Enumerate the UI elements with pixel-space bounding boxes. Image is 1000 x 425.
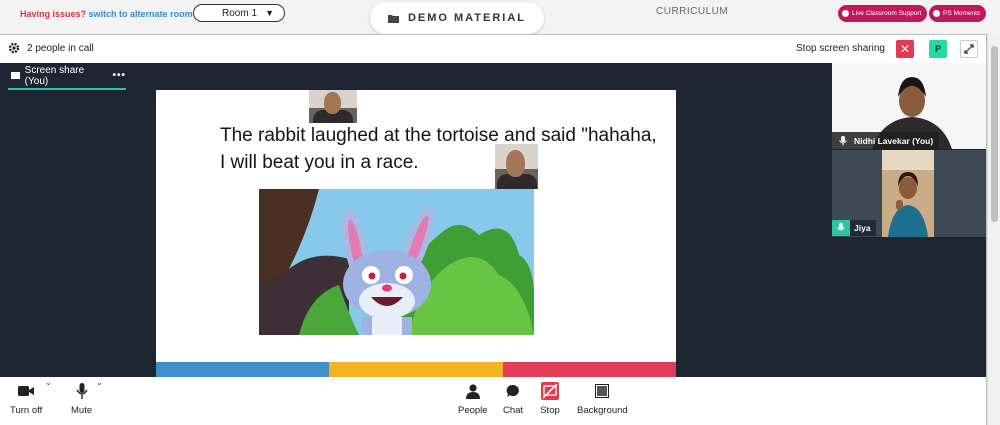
moments-icon: [933, 10, 940, 17]
call-controls-bar: Turn off ⌄ Mute ⌄ People Chat Stop Backg…: [0, 377, 986, 425]
participant-label-jiya: Jiya: [832, 220, 876, 236]
support-icon: [842, 10, 849, 17]
stop-screen-share-icon: [541, 382, 559, 400]
ps-moments-label: PS Moments: [943, 10, 981, 17]
live-support-label: Live Classroom Support: [852, 10, 922, 17]
background-icon: [595, 384, 610, 398]
demo-material-button[interactable]: DEMO MATERIAL: [370, 2, 544, 34]
chat-icon: [506, 384, 519, 397]
presenter-badge[interactable]: P: [929, 40, 947, 58]
expand-icon: [964, 44, 974, 54]
gear-icon[interactable]: [8, 42, 20, 54]
people-count: 2 people in call: [27, 43, 94, 54]
mute-label: Mute: [71, 405, 93, 416]
stop-label: Stop: [540, 405, 560, 416]
people-button[interactable]: People: [458, 381, 488, 416]
screen-icon: [11, 72, 20, 79]
call-window: 2 people in call Stop screen sharing ✕ P…: [0, 34, 987, 425]
room-select-value: Room 1: [222, 7, 258, 19]
participant-name-self: Nidhi Lavekar (You): [854, 135, 934, 146]
teacher-video-thumbnail-2: [495, 144, 538, 189]
curriculum-tab[interactable]: CURRICULUM: [656, 6, 728, 17]
video-stage: Screen share (You) ••• The rabbit laughe…: [0, 63, 986, 377]
video-camera-icon: [18, 386, 35, 396]
microphone-icon: [75, 383, 88, 399]
background-label: Background: [577, 405, 628, 416]
people-label: People: [458, 405, 488, 416]
stop-screen-sharing-button[interactable]: ✕: [896, 40, 914, 58]
ps-moments-button[interactable]: PS Moments: [929, 5, 987, 22]
mic-options-chevron-icon[interactable]: ⌄: [96, 378, 103, 387]
chat-label: Chat: [503, 405, 524, 416]
participant-label-self: Nidhi Lavekar (You): [832, 132, 940, 149]
rabbit-illustration: [259, 189, 534, 335]
issues-notice: Having issues? switch to alternate room: [20, 9, 193, 19]
live-classroom-support-button[interactable]: Live Classroom Support: [838, 5, 928, 22]
turn-off-camera-button[interactable]: Turn off: [10, 381, 42, 416]
slide-text: The rabbit laughed at the tortoise and s…: [220, 125, 657, 173]
switch-alternate-room-link[interactable]: switch to alternate room: [89, 9, 193, 19]
footer-bar-yellow: [329, 362, 503, 377]
people-icon: [465, 383, 480, 399]
microphone-active-icon: [832, 220, 850, 236]
folder-icon: [387, 14, 399, 23]
participant-name-jiya: Jiya: [854, 223, 871, 233]
footer-bar-red: [502, 362, 676, 377]
footer-bar-blue: [156, 362, 330, 377]
issues-text: Having issues?: [20, 9, 87, 19]
shared-slide: The rabbit laughed at the tortoise and s…: [156, 90, 676, 377]
participant-tile-jiya[interactable]: Jiya: [832, 150, 986, 237]
camera-options-chevron-icon[interactable]: ⌄: [45, 378, 52, 387]
background-button[interactable]: Background: [577, 381, 628, 416]
share-tab-bar: Screen share (You) •••: [0, 63, 832, 90]
room-select[interactable]: Room 1 ▼: [193, 4, 285, 22]
participant-tile-self[interactable]: Nidhi Lavekar (You): [832, 63, 986, 149]
top-bar: Having issues? switch to alternate room …: [0, 0, 1000, 34]
stop-sharing-button[interactable]: Stop: [540, 381, 560, 416]
turn-off-label: Turn off: [10, 405, 43, 416]
fullscreen-button[interactable]: [960, 40, 978, 58]
dropdown-arrow-icon: ▼: [265, 8, 274, 18]
tab-screen-share[interactable]: Screen share (You) •••: [8, 63, 126, 90]
more-options-icon[interactable]: •••: [112, 70, 126, 81]
page-scrollbar[interactable]: [987, 34, 1000, 425]
slide-footer-bars: [156, 362, 676, 377]
tab-screen-share-label: Screen share (You): [24, 64, 85, 87]
participants-sidebar: Nidhi Lavekar (You) Jiya: [832, 63, 986, 377]
jiya-video-feed: [882, 150, 934, 237]
call-header: 2 people in call Stop screen sharing ✕ P: [0, 35, 986, 63]
teacher-video-thumbnail: [309, 90, 357, 123]
scrollbar-thumb[interactable]: [991, 46, 998, 222]
chat-button[interactable]: Chat: [503, 381, 523, 416]
stop-screen-sharing-label: Stop screen sharing: [796, 43, 885, 54]
demo-material-label: DEMO MATERIAL: [407, 12, 527, 24]
microphone-icon: [839, 135, 847, 145]
mute-button[interactable]: Mute: [71, 381, 92, 416]
